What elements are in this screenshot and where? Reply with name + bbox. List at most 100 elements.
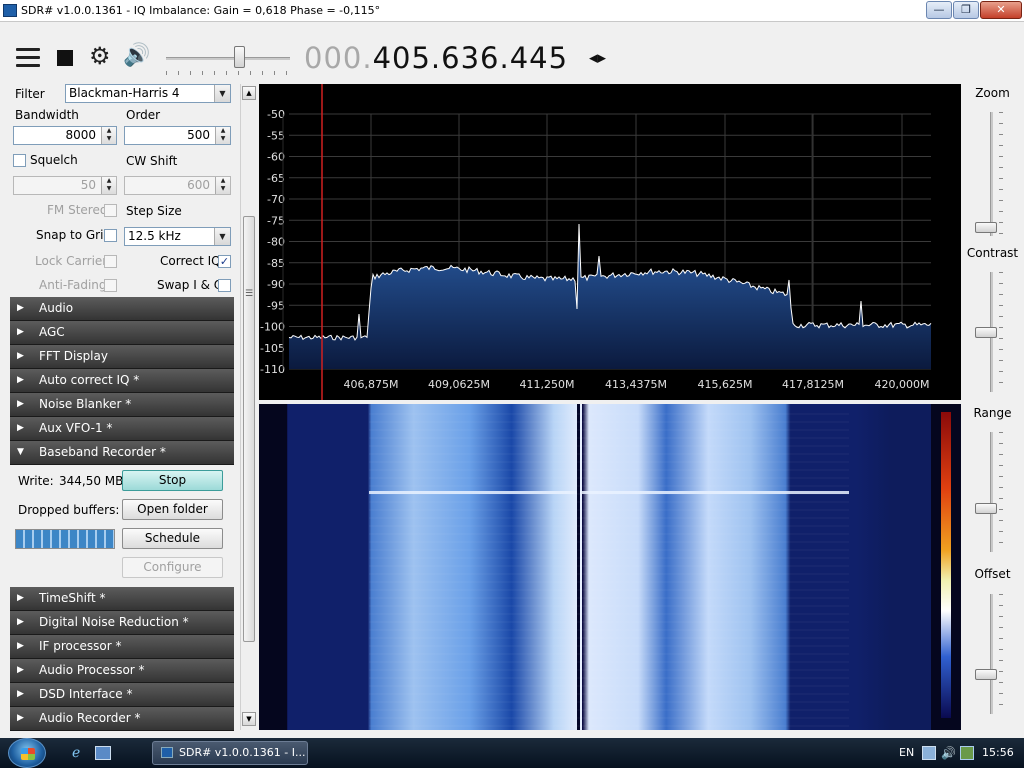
zoom-slider-track[interactable] [990,112,993,236]
dropped-buffers-label: Dropped buffers: [18,503,120,517]
spectrum-plot[interactable]: -50 -55 -60 -65 -70 -75 -80 -85 -90 -95 -100 -105 -1… [259,84,961,400]
section-label: AGC [39,325,65,339]
contrast-slider-thumb[interactable] [975,327,997,338]
section-label: Baseband Recorder * [39,445,166,459]
snap-checkbox[interactable] [104,229,117,242]
minimize-button[interactable]: — [926,1,952,19]
y-tick-label: -65 [267,172,285,185]
zoom-label: Zoom [975,86,1010,100]
spin-arrows-icon[interactable]: ▲ ▼ [101,127,116,144]
x-tick-label: 417,8125M [782,378,844,391]
scroll-down-icon[interactable]: ▼ [242,712,256,726]
network-icon[interactable] [922,746,936,760]
section-header[interactable]: ▶ Audio Recorder * [10,707,234,731]
expanded-triangle-icon: ▼ [17,447,24,457]
stop-icon[interactable] [57,50,73,66]
scroll-up-icon[interactable]: ▲ [242,86,256,100]
section-header[interactable]: ▶ Audio Processor * [10,659,234,683]
swapiq-label: Swap I & Q [157,278,224,292]
correctiq-checkbox[interactable]: ✓ [218,255,231,268]
filter-select[interactable]: Blackman-Harris 4 ▼ [65,84,231,103]
filter-select-value: Blackman-Harris 4 [69,86,180,100]
y-tick-label: -85 [267,257,285,270]
section-header[interactable]: ▶ Aux VFO-1 * [10,417,234,441]
order-label: Order [126,108,161,122]
range-slider-track[interactable] [990,432,993,552]
offset-slider-track[interactable] [990,594,993,714]
collapsed-triangle-icon: ▶ [17,593,24,603]
tray-app-icon[interactable] [960,746,974,760]
show-desktop-icon[interactable] [95,746,111,760]
bandwidth-input[interactable]: 8000 ▲ ▼ [13,126,117,145]
section-header[interactable]: ▼ Baseband Recorder * [10,441,234,465]
squelch-checkbox[interactable] [13,154,26,167]
volume-slider-thumb[interactable] [233,46,245,68]
spin-arrows-icon[interactable]: ▲ ▼ [215,127,230,144]
offset-slider-thumb[interactable] [975,669,997,680]
chevron-down-icon[interactable]: ▼ [214,228,230,245]
scrollbar-thumb[interactable] [243,216,255,642]
contrast-label: Contrast [966,246,1019,260]
y-tick-label: -55 [267,129,285,142]
gear-icon[interactable]: ⚙ [89,44,111,68]
zoom-slider-thumb[interactable] [975,222,997,233]
collapsed-triangle-icon: ▶ [17,327,24,337]
waterfall-plot[interactable] [259,404,961,730]
spin-arrows-icon: ▲ ▼ [215,177,230,194]
frequency-step-arrows-icon[interactable]: ◂▸ [589,48,606,68]
schedule-button[interactable]: Schedule [122,528,223,549]
volume-icon[interactable]: 🔊 [941,746,956,760]
x-tick-label: 415,625M [698,378,753,391]
waterfall-display[interactable] [259,404,961,730]
language-indicator[interactable]: EN [899,746,914,759]
section-label: IF processor * [39,639,122,653]
y-tick-label: -50 [267,108,285,121]
frequency-display[interactable]: 000.405.636.445 [304,41,568,75]
spectrum-analyzer[interactable]: -50 -55 -60 -65 -70 -75 -80 -85 -90 -95 -100 -105 -1… [259,84,961,400]
section-header[interactable]: ▶ DSD Interface * [10,683,234,707]
browser-icon[interactable]: ℯ [72,746,88,760]
hamburger-icon[interactable] [16,48,40,68]
y-tick-label: -90 [267,278,285,291]
section-header[interactable]: ▶ FFT Display [10,345,234,369]
windows-logo-icon [21,748,35,760]
section-header[interactable]: ▶ Digital Noise Reduction * [10,611,234,635]
speaker-icon[interactable]: 🔊 [123,44,150,68]
offset-label: Offset [974,567,1011,581]
taskbar-item-sdrsharp[interactable]: SDR# v1.0.0.1361 - I... [152,741,308,765]
left-panel: Filter Blackman-Harris 4 ▼ Bandwidth Orde… [0,84,256,731]
chevron-down-icon[interactable]: ▼ [214,85,230,102]
order-input[interactable]: 500 ▲ ▼ [124,126,231,145]
stop-recording-button[interactable]: Stop [122,470,223,491]
section-header[interactable]: ▶ Noise Blanker * [10,393,234,417]
section-header[interactable]: ▶ AGC [10,321,234,345]
swapiq-checkbox[interactable] [218,279,231,292]
recording-progress-bar [15,529,115,549]
stepsize-select[interactable]: 12.5 kHz ▼ [124,227,231,246]
section-label: Digital Noise Reduction * [39,615,189,629]
maximize-button[interactable]: ❐ [953,1,979,19]
start-button[interactable] [8,738,46,768]
open-folder-button[interactable]: Open folder [122,499,223,520]
section-header[interactable]: ▶ TimeShift * [10,587,234,611]
volume-slider-track[interactable] [166,57,290,60]
correctiq-label: Correct IQ [160,254,221,268]
offset-slider-ticks [999,594,1003,714]
y-tick-label: -70 [267,193,285,206]
y-tick-label: -75 [267,214,285,227]
cwshift-input: 600 ▲ ▼ [124,176,231,195]
range-slider-thumb[interactable] [975,503,997,514]
antifading-checkbox [104,279,117,292]
section-header[interactable]: ▶ Audio [10,297,234,321]
close-button[interactable]: ✕ [980,1,1022,19]
left-panel-scrollbar[interactable]: ▲ ☰ ▼ [240,84,256,730]
frequency-prefix: 000. [304,41,373,75]
section-label: Audio Processor * [39,663,145,677]
section-label: Noise Blanker * [39,397,132,411]
lockcarrier-checkbox [104,255,117,268]
clock[interactable]: 15:56 [982,746,1014,759]
section-header[interactable]: ▶ IF processor * [10,635,234,659]
collapsed-triangle-icon: ▶ [17,375,24,385]
section-header[interactable]: ▶ Auto correct IQ * [10,369,234,393]
fmstereo-checkbox [104,204,117,217]
